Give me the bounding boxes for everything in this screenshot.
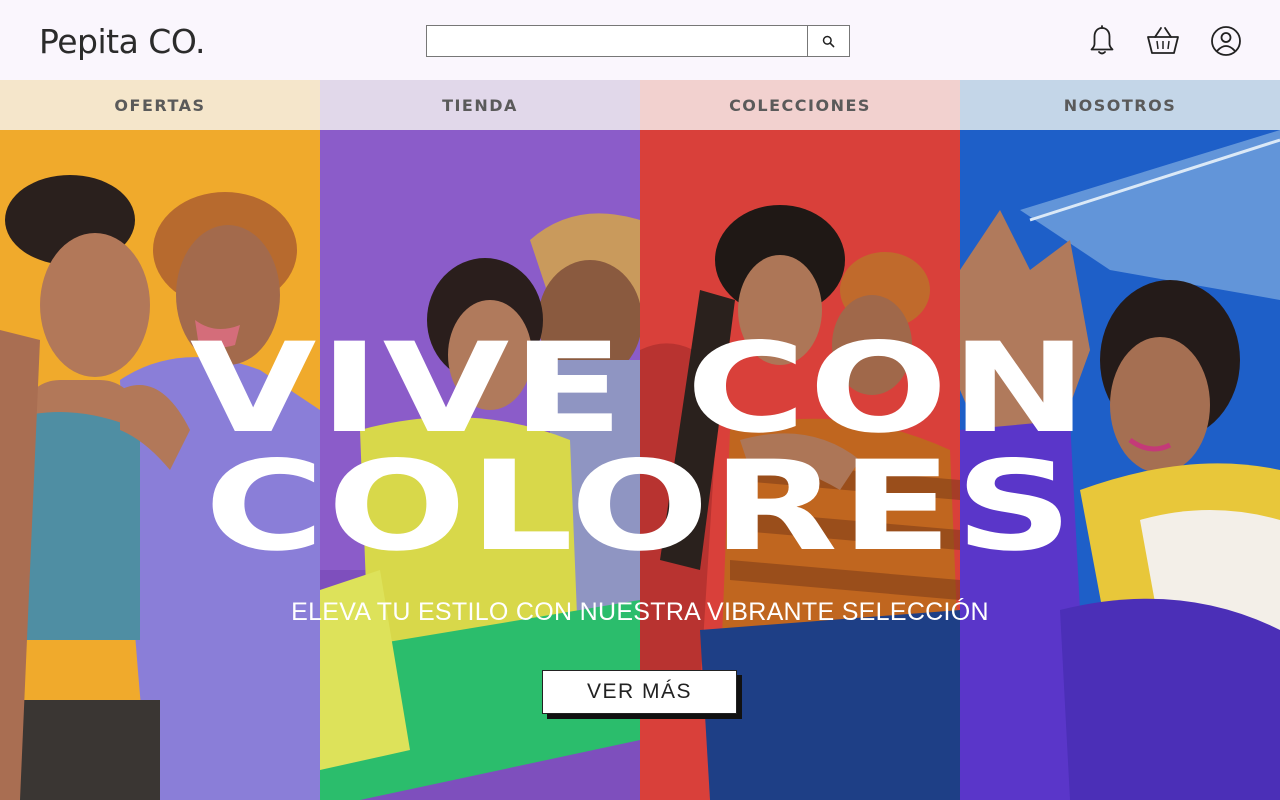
- user-circle-icon: [1211, 26, 1241, 56]
- ver-mas-button[interactable]: VER MÁS: [542, 670, 737, 714]
- nav-item-colecciones[interactable]: COLECCIONES: [640, 80, 960, 130]
- notifications-button[interactable]: [1085, 24, 1119, 58]
- nav-item-tienda[interactable]: TIENDA: [320, 80, 640, 130]
- nav-item-ofertas[interactable]: OFERTAS: [0, 80, 320, 130]
- hero-headline-line2: COLORES: [204, 435, 1076, 579]
- search-bar: [426, 25, 850, 57]
- site-header: Pepita CO.: [0, 0, 1280, 80]
- bell-icon: [1090, 25, 1114, 55]
- nav-item-nosotros[interactable]: NOSOTROS: [960, 80, 1280, 130]
- search-button[interactable]: [807, 26, 849, 56]
- search-input[interactable]: [427, 26, 807, 56]
- main-nav: OFERTAS TIENDA COLECCIONES NOSOTROS: [0, 80, 1280, 130]
- search-icon: [822, 35, 835, 47]
- brand-logo[interactable]: Pepita CO.: [39, 22, 205, 61]
- cart-button[interactable]: [1145, 24, 1181, 58]
- account-button[interactable]: [1209, 24, 1243, 58]
- basket-icon: [1147, 27, 1179, 54]
- hero-tagline: ELEVA TU ESTILO CON NUESTRA VIBRANTE SEL…: [291, 598, 989, 626]
- hero-headline-line1: VIVE CON: [189, 317, 1091, 461]
